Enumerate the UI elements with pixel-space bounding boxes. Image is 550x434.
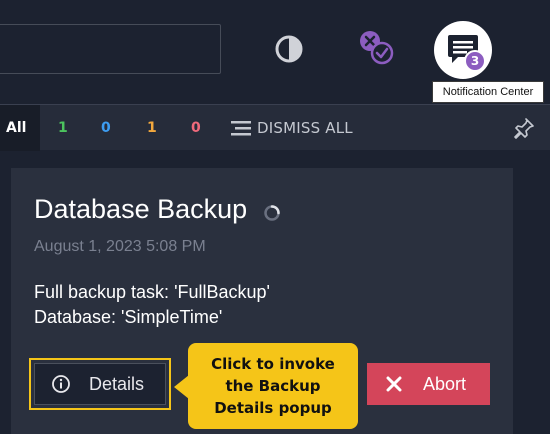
filter-bar: All 1 0 1 0 DISMISS ALL bbox=[0, 104, 550, 151]
callout-line: Click to invoke bbox=[211, 355, 335, 373]
chat-bubble-icon bbox=[448, 35, 478, 63]
search-input[interactable] bbox=[0, 24, 221, 74]
close-icon bbox=[386, 376, 402, 392]
notification-message-line: Full backup task: 'FullBackup' bbox=[34, 282, 270, 302]
notification-title: Database Backup bbox=[34, 194, 248, 224]
info-icon bbox=[52, 375, 70, 393]
notification-center-button[interactable] bbox=[434, 21, 492, 79]
abort-label: Abort bbox=[423, 373, 467, 394]
callout-arrow bbox=[174, 375, 189, 399]
dismiss-all-button[interactable]: DISMISS ALL bbox=[231, 105, 353, 151]
dismiss-all-label: DISMISS ALL bbox=[257, 119, 353, 137]
filter-info-count[interactable]: 0 bbox=[101, 105, 111, 151]
notification-message: Full backup task: 'FullBackup' Database:… bbox=[34, 280, 334, 330]
callout-line: Details popup bbox=[214, 399, 332, 417]
notification-timestamp: August 1, 2023 5:08 PM bbox=[34, 238, 206, 255]
filter-all-tab[interactable]: All bbox=[0, 105, 40, 151]
filter-success-count[interactable]: 1 bbox=[58, 105, 68, 151]
tasks-icon[interactable] bbox=[356, 28, 396, 68]
filter-warning-count[interactable]: 1 bbox=[147, 105, 157, 151]
top-bar: 3 Notification Center bbox=[0, 0, 550, 104]
abort-button[interactable]: Abort bbox=[367, 363, 490, 405]
theme-toggle-icon[interactable] bbox=[272, 32, 306, 66]
notification-message-line: Database: 'SimpleTime' bbox=[34, 307, 223, 327]
instruction-callout: Click to invoke the Backup Details popup bbox=[188, 343, 358, 429]
pin-icon[interactable] bbox=[512, 116, 536, 140]
notification-count-badge: 3 bbox=[464, 50, 486, 72]
details-label: Details bbox=[89, 373, 145, 394]
details-button[interactable]: Details bbox=[34, 363, 166, 405]
filter-error-count[interactable]: 0 bbox=[191, 105, 201, 151]
dismiss-all-icon bbox=[231, 121, 251, 136]
callout-line: the Backup bbox=[225, 377, 321, 395]
loading-spinner-icon bbox=[263, 204, 281, 222]
notification-center-tooltip: Notification Center bbox=[432, 81, 544, 103]
